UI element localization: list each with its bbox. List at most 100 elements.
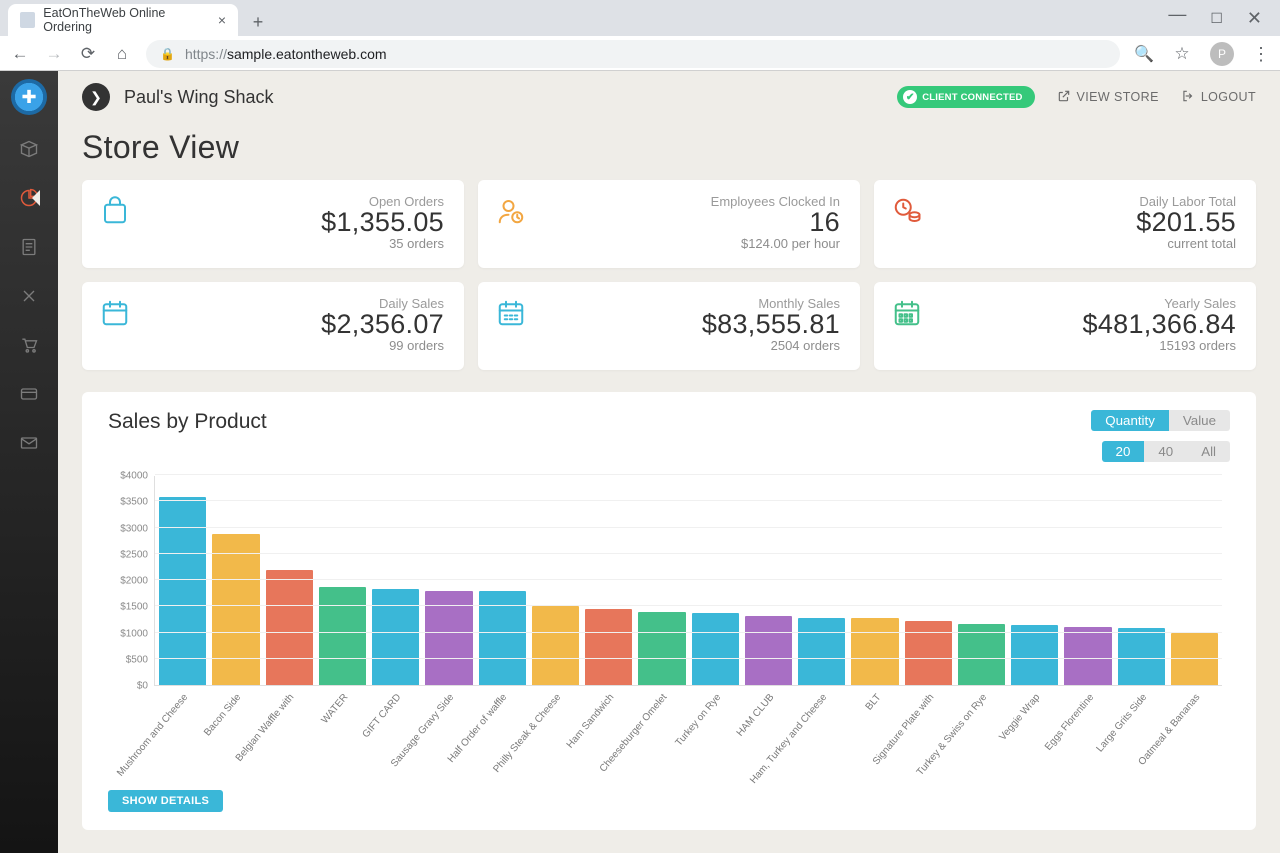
x-label: Veggie Wrap <box>1011 686 1058 776</box>
bar[interactable] <box>1171 633 1218 686</box>
external-link-icon <box>1057 89 1071 106</box>
new-tab-button[interactable]: + <box>244 8 272 36</box>
app-root: ✚ ❯ Paul's Wing Shack <box>0 71 1280 853</box>
y-tick-label: $500 <box>126 654 148 665</box>
url-text: https://sample.eatontheweb.com <box>185 46 387 62</box>
bag-icon <box>100 194 140 258</box>
nav-cart-icon[interactable] <box>19 335 39 360</box>
store-selector[interactable]: ❯ Paul's Wing Shack <box>82 83 274 111</box>
toggle-metric[interactable]: QuantityValue <box>1091 410 1230 431</box>
y-tick-label: $0 <box>137 681 148 692</box>
y-tick-label: $2500 <box>120 549 148 560</box>
x-axis-labels: Mushroom and CheeseBacon SideBelgian Waf… <box>154 686 1222 776</box>
nav-tools-icon[interactable] <box>19 286 39 311</box>
logout-icon <box>1181 89 1195 106</box>
store-name: Paul's Wing Shack <box>124 87 274 108</box>
nav-receipt-icon[interactable] <box>19 237 39 262</box>
sales-panel: Sales by Product QuantityValue 2040All $… <box>82 392 1256 830</box>
nav-box-icon[interactable] <box>19 139 39 164</box>
bar[interactable] <box>798 618 845 685</box>
card-value: $481,366.84 <box>932 309 1236 340</box>
home-icon[interactable]: ⌂ <box>112 44 132 64</box>
card-daily-sales: Daily Sales$2,356.0799 orders <box>82 282 464 370</box>
stat-cards: Open Orders$1,355.0535 ordersEmployees C… <box>58 180 1280 370</box>
bar[interactable] <box>958 624 1005 685</box>
show-details-button[interactable]: SHOW DETAILS <box>108 790 223 812</box>
y-tick-label: $1000 <box>120 628 148 639</box>
browser-menu-icon[interactable]: ⋮ <box>1252 49 1270 59</box>
nav-analytics-icon[interactable] <box>19 188 39 213</box>
grid-line <box>155 500 1222 501</box>
plot-area <box>154 476 1222 686</box>
bar[interactable] <box>851 618 898 685</box>
browser-tab[interactable]: EatOnTheWeb Online Ordering × <box>8 4 238 36</box>
view-store-label: VIEW STORE <box>1077 90 1159 104</box>
top-bar: ❯ Paul's Wing Shack ✔ CLIENT CONNECTED V… <box>58 71 1280 123</box>
forward-icon[interactable]: → <box>44 44 64 64</box>
grid-line <box>155 579 1222 580</box>
toggle-option[interactable]: 40 <box>1144 441 1187 462</box>
y-tick-label: $1500 <box>120 602 148 613</box>
bar[interactable] <box>319 587 366 685</box>
x-label: Oatmeal & Bananas <box>1171 686 1218 776</box>
x-label: Philly Steak & Cheese <box>531 686 578 776</box>
bar[interactable] <box>266 570 313 685</box>
chevron-right-icon: ❯ <box>82 83 110 111</box>
profile-avatar[interactable]: P <box>1210 42 1234 66</box>
bar[interactable] <box>372 589 419 685</box>
y-tick-label: $3500 <box>120 497 148 508</box>
address-bar-row: ← → ⟳ ⌂ 🔒 https://sample.eatontheweb.com… <box>0 36 1280 71</box>
back-icon[interactable]: ← <box>10 44 30 64</box>
maximize-icon[interactable]: ☐ <box>1210 10 1223 27</box>
toggle-option[interactable]: 20 <box>1102 441 1145 462</box>
panel-controls: QuantityValue 2040All <box>1091 410 1230 462</box>
minimize-icon[interactable]: — <box>1168 4 1186 25</box>
card-subtext: current total <box>932 236 1236 251</box>
y-tick-label: $3000 <box>120 523 148 534</box>
bar[interactable] <box>1064 627 1111 685</box>
toggle-option[interactable]: Value <box>1169 410 1230 431</box>
bar[interactable] <box>585 609 632 685</box>
toggle-count[interactable]: 2040All <box>1102 441 1230 462</box>
card-value: 16 <box>536 207 840 238</box>
view-store-link[interactable]: VIEW STORE <box>1057 89 1159 106</box>
reload-icon[interactable]: ⟳ <box>78 44 98 64</box>
bar[interactable] <box>1011 625 1058 685</box>
close-tab-icon[interactable]: × <box>218 12 226 28</box>
grid-line <box>155 632 1222 633</box>
check-icon: ✔ <box>903 90 917 104</box>
connected-label: CLIENT CONNECTED <box>922 92 1022 103</box>
brand-logo[interactable]: ✚ <box>11 79 47 115</box>
bar[interactable] <box>745 616 792 685</box>
x-label: Bacon Side <box>211 686 258 776</box>
nav-card-icon[interactable] <box>19 384 39 409</box>
x-label: Cheeseburger Omelet <box>638 686 685 776</box>
toggle-option[interactable]: All <box>1187 441 1230 462</box>
nav-mail-icon[interactable] <box>19 433 39 458</box>
left-rail: ✚ <box>0 71 58 853</box>
bar[interactable] <box>212 534 259 685</box>
grid-line <box>155 527 1222 528</box>
grid-line <box>155 605 1222 606</box>
bar[interactable] <box>1118 628 1165 685</box>
x-label: Sausage Gravy Side <box>424 686 471 776</box>
address-bar[interactable]: 🔒 https://sample.eatontheweb.com <box>146 40 1120 68</box>
calendar-icon <box>100 296 140 360</box>
toggle-option[interactable]: Quantity <box>1091 410 1169 431</box>
logout-link[interactable]: LOGOUT <box>1181 89 1256 106</box>
calendar-y-icon <box>892 296 932 360</box>
bar[interactable] <box>532 606 579 685</box>
tab-strip: EatOnTheWeb Online Ordering × + — ☐ ✕ <box>0 0 1280 36</box>
star-icon[interactable]: ☆ <box>1172 44 1192 64</box>
y-tick-label: $4000 <box>120 471 148 482</box>
card-subtext: $124.00 per hour <box>536 236 840 251</box>
card-yearly-sales: Yearly Sales$481,366.8415193 orders <box>874 282 1256 370</box>
bar[interactable] <box>638 612 685 686</box>
grid-line <box>155 553 1222 554</box>
zoom-search-icon[interactable]: 🔍 <box>1134 44 1154 64</box>
bar[interactable] <box>692 613 739 685</box>
card-subtext: 99 orders <box>140 338 444 353</box>
panel-title: Sales by Product <box>108 410 267 434</box>
main-area: ❯ Paul's Wing Shack ✔ CLIENT CONNECTED V… <box>58 71 1280 853</box>
close-window-icon[interactable]: ✕ <box>1247 8 1262 29</box>
